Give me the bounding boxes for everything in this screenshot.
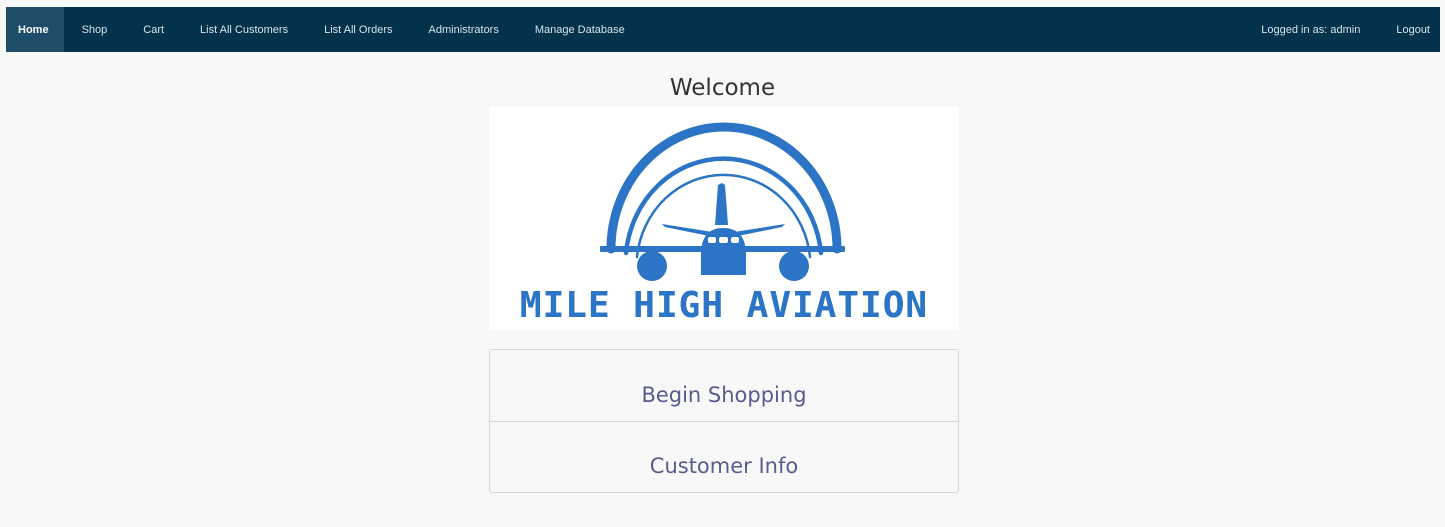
logout-link[interactable]: Logout — [1378, 7, 1440, 52]
logged-in-user: Logged in as: admin — [1261, 23, 1361, 36]
nav-home[interactable]: Home — [6, 7, 64, 52]
page-title: Welcome — [669, 75, 776, 101]
navbar: Home Shop Cart List All Customers List A… — [6, 7, 1440, 52]
nav-administrators[interactable]: Administrators — [411, 7, 517, 52]
begin-shopping-link[interactable]: Begin Shopping — [490, 350, 958, 421]
logo: MILE HIGH AVIATION — [489, 107, 959, 330]
nav-list-all-customers[interactable]: List All Customers — [182, 7, 306, 52]
nav-cart[interactable]: Cart — [125, 7, 182, 52]
nav-manage-database[interactable]: Manage Database — [517, 7, 643, 52]
nav-list-all-orders[interactable]: List All Orders — [306, 7, 410, 52]
nav-shop[interactable]: Shop — [64, 7, 126, 52]
customer-info-link[interactable]: Customer Info — [490, 421, 958, 492]
logo-text: MILE HIGH AVIATION — [519, 285, 929, 326]
nav-left: Home Shop Cart List All Customers List A… — [6, 7, 643, 52]
nav-right: Logged in as: admin Logout — [1243, 7, 1440, 52]
action-list: Begin Shopping Customer Info — [489, 349, 959, 493]
